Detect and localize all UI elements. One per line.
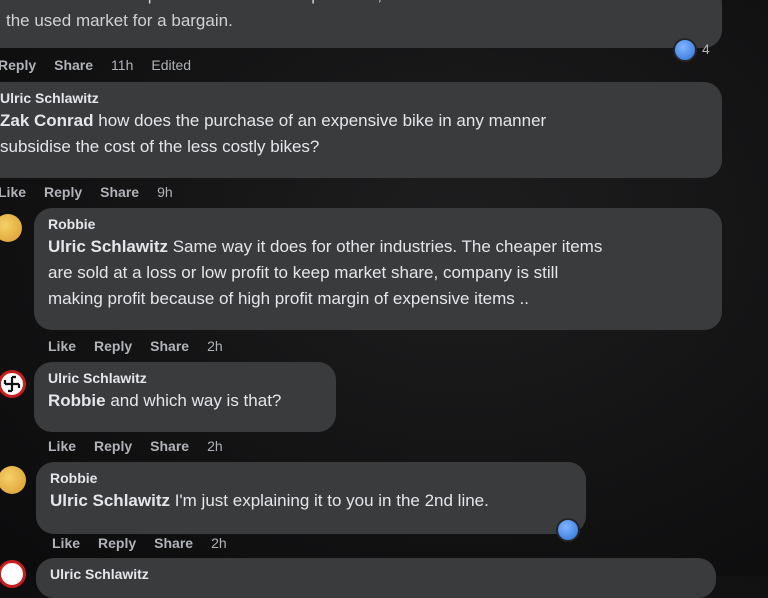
comment-bubble: Robbie Ulric Schlawitz I'm just explaini… (36, 462, 586, 534)
comment-bubble: Ulric Schlawitz (36, 558, 716, 598)
comment-bubble: ...ut a nice bike helps subsidize the ch… (0, 0, 722, 48)
commenter-name[interactable]: Robbie (48, 216, 708, 232)
like-reaction-icon[interactable] (673, 38, 697, 62)
reply-link[interactable]: Reply (98, 535, 136, 551)
like-link[interactable]: Like (52, 535, 80, 551)
emoji-avatar[interactable] (0, 214, 22, 242)
commenter-name[interactable]: Ulric Schlawitz (50, 566, 702, 582)
comment-actions: Reply Share 11h Edited (0, 57, 191, 73)
timestamp[interactable]: 9h (157, 184, 173, 200)
comment-text: Robbie and which way is that? (48, 391, 282, 410)
like-link[interactable]: Like (0, 184, 26, 200)
comment-bubble: Ulric Schlawitz Robbie and which way is … (34, 362, 336, 432)
commenter-name[interactable]: Ulric Schlawitz (0, 90, 708, 106)
reply-link[interactable]: Reply (94, 438, 132, 454)
comment-text: Ulric Schlawitz I'm just explaining it t… (50, 491, 489, 510)
timestamp[interactable]: 11h (111, 57, 133, 73)
flag-emblem-icon (3, 375, 21, 393)
comment-bubble: Ulric Schlawitz Zak Conrad how does the … (0, 82, 722, 178)
reply-link[interactable]: Reply (44, 184, 82, 200)
share-link[interactable]: Share (100, 184, 139, 200)
comment-actions: Like Reply Share 9h (0, 184, 173, 200)
commenter-name[interactable]: Ulric Schlawitz (48, 370, 322, 386)
like-reaction-icon[interactable] (556, 518, 580, 542)
timestamp[interactable]: 2h (207, 338, 223, 354)
flag-avatar[interactable] (0, 370, 26, 398)
timestamp[interactable]: 2h (207, 438, 223, 454)
emoji-avatar[interactable] (0, 466, 26, 494)
comment-text: ...ut a nice bike helps subsidize the ch… (6, 0, 610, 30)
mention-tag[interactable]: Ulric Schlawitz (50, 491, 170, 510)
reaction-count[interactable]: 4 (702, 41, 710, 57)
comment-actions: Like Reply Share 2h (48, 438, 223, 454)
comment-bubble: Robbie Ulric Schlawitz Same way it does … (34, 208, 722, 330)
mention-tag[interactable]: Ulric Schlawitz (48, 237, 168, 256)
timestamp[interactable]: 2h (211, 535, 227, 551)
comment-text: Zak Conrad how does the purchase of an e… (0, 111, 547, 156)
like-link[interactable]: Like (48, 338, 76, 354)
flag-avatar[interactable] (0, 560, 26, 588)
like-link[interactable]: Like (48, 438, 76, 454)
reply-link[interactable]: Reply (0, 57, 36, 73)
share-link[interactable]: Share (150, 438, 189, 454)
share-link[interactable]: Share (54, 57, 93, 73)
edited-label: Edited (151, 57, 192, 73)
mention-tag[interactable]: Robbie (48, 391, 106, 410)
share-link[interactable]: Share (150, 338, 189, 354)
share-link[interactable]: Share (154, 535, 193, 551)
mention-tag[interactable]: Zak Conrad (0, 111, 94, 130)
comment-text: Ulric Schlawitz Same way it does for oth… (48, 237, 603, 308)
commenter-name[interactable]: Robbie (50, 470, 572, 486)
comment-actions: Like Reply Share 2h (48, 338, 223, 354)
reply-link[interactable]: Reply (94, 338, 132, 354)
comment-actions: Like Reply Share 2h (52, 535, 227, 551)
